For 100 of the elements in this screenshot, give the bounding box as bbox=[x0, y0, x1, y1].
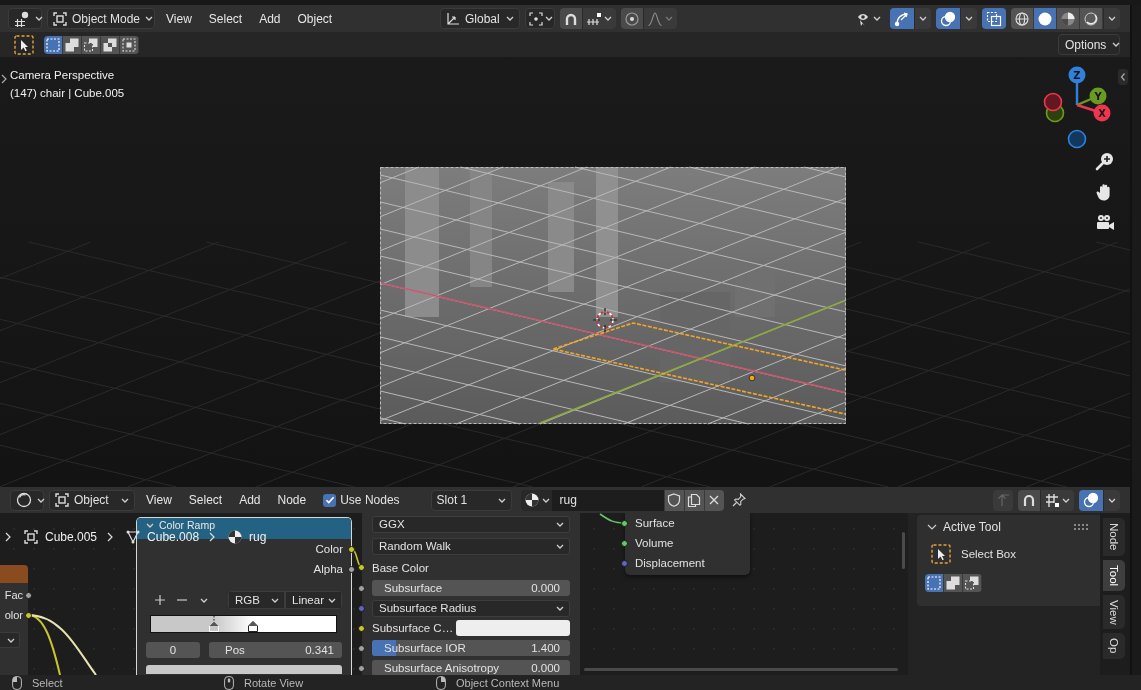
input-socket[interactable] bbox=[621, 559, 628, 567]
gizmo-axis-handle[interactable]: Z bbox=[1068, 66, 1086, 105]
snap-element-dropdown[interactable] bbox=[1040, 489, 1074, 511]
stop-index-field[interactable]: 0 bbox=[146, 642, 200, 658]
camera-icon[interactable] bbox=[1095, 213, 1115, 233]
collapse-caret-icon[interactable] bbox=[146, 523, 154, 528]
shading-mode-button[interactable] bbox=[1034, 8, 1057, 29]
xray-toggle-button[interactable] bbox=[982, 8, 1006, 29]
shading-mode-button[interactable] bbox=[1080, 8, 1103, 29]
output-socket[interactable] bbox=[348, 565, 355, 573]
pivot-point-dropdown[interactable] bbox=[525, 8, 555, 29]
overlay-options-button[interactable] bbox=[960, 8, 977, 29]
color-mode-dropdown[interactable]: RGB bbox=[228, 591, 285, 609]
sidebar-tab[interactable]: Op bbox=[1103, 633, 1125, 659]
3d-viewport[interactable]: Camera Perspective (147) chair | Cube.005 Z Y X bbox=[0, 57, 1130, 487]
input-socket[interactable] bbox=[358, 604, 365, 612]
input-socket[interactable] bbox=[358, 624, 365, 632]
color-ramp-bar[interactable] bbox=[150, 615, 337, 633]
selection-mode-button[interactable] bbox=[101, 35, 120, 54]
output-socket[interactable] bbox=[25, 591, 32, 599]
color-swatch-field[interactable] bbox=[456, 620, 570, 636]
vertical-scrollbar[interactable] bbox=[902, 532, 905, 569]
input-socket[interactable] bbox=[621, 519, 628, 527]
node-editor-canvas[interactable] bbox=[0, 513, 908, 675]
collapse-caret-icon[interactable] bbox=[927, 524, 937, 530]
sidebar-tab[interactable]: View bbox=[1103, 594, 1125, 630]
use-nodes-checkbox[interactable] bbox=[323, 493, 337, 507]
selection-mode-button[interactable] bbox=[925, 574, 944, 592]
shader-type-dropdown[interactable]: Object bbox=[49, 489, 135, 511]
drag-handle-icon[interactable] bbox=[1074, 524, 1088, 530]
panel-title[interactable]: Active Tool bbox=[943, 520, 1001, 534]
shading-options-button[interactable] bbox=[1103, 8, 1120, 29]
zoom-in-icon[interactable] bbox=[1095, 151, 1115, 171]
sidebar-expand-icon[interactable] bbox=[1118, 69, 1128, 85]
selection-mode-button[interactable] bbox=[63, 35, 82, 54]
menu-item[interactable]: View bbox=[140, 489, 178, 511]
falloff-dropdown[interactable] bbox=[643, 8, 677, 29]
menu-item[interactable]: Node bbox=[271, 489, 313, 511]
snap-target-dropdown[interactable] bbox=[582, 8, 616, 29]
output-socket[interactable] bbox=[25, 611, 32, 619]
stop-color-field[interactable] bbox=[146, 665, 342, 674]
gizmo-options-button[interactable] bbox=[914, 8, 931, 29]
menu-item[interactable]: Select bbox=[202, 8, 249, 29]
shading-mode-button[interactable] bbox=[1057, 8, 1080, 29]
sidebar-tab[interactable]: Tool bbox=[1103, 559, 1125, 591]
selection-mode-button[interactable] bbox=[82, 35, 101, 54]
editor-type-button[interactable] bbox=[10, 489, 44, 511]
input-socket[interactable] bbox=[358, 664, 365, 672]
select-box-tool-icon[interactable] bbox=[931, 544, 951, 564]
fake-user-button[interactable] bbox=[663, 489, 684, 511]
interpolation-dropdown[interactable]: Linear bbox=[285, 591, 342, 609]
menu-item[interactable]: Add bbox=[233, 489, 267, 511]
input-socket[interactable] bbox=[358, 584, 365, 592]
gizmo-negative-axis-handle[interactable] bbox=[1067, 129, 1087, 149]
vector-dropdown[interactable]: Subsurface Radius bbox=[372, 599, 570, 617]
proportional-editing-button[interactable] bbox=[621, 8, 643, 29]
unlink-material-button[interactable] bbox=[703, 489, 724, 511]
horizontal-scrollbar[interactable] bbox=[584, 668, 898, 671]
node-dropdown[interactable]: GGX bbox=[372, 515, 570, 533]
overlay-options-button[interactable] bbox=[1103, 489, 1120, 511]
stop-position-field[interactable]: Pos 0.341 bbox=[209, 642, 342, 658]
menu-item[interactable]: Add bbox=[253, 8, 287, 29]
input-socket[interactable] bbox=[358, 644, 365, 652]
input-socket[interactable] bbox=[621, 539, 628, 547]
color-stop-handle[interactable] bbox=[207, 616, 220, 632]
parent-node-tree-button[interactable] bbox=[993, 489, 1013, 511]
selection-mode-button[interactable] bbox=[963, 574, 982, 592]
options-dropdown[interactable]: Options bbox=[1058, 34, 1120, 55]
orientation-dropdown[interactable]: Global bbox=[440, 8, 520, 29]
menu-item[interactable]: Select bbox=[182, 489, 229, 511]
duplicate-material-button[interactable] bbox=[683, 489, 704, 511]
use-nodes-label[interactable]: Use Nodes bbox=[340, 493, 400, 507]
shading-mode-button[interactable] bbox=[1011, 8, 1034, 29]
output-socket[interactable] bbox=[348, 545, 355, 553]
node-dropdown[interactable]: Random Walk bbox=[372, 537, 570, 555]
mode-dropdown[interactable]: Object Mode bbox=[47, 8, 155, 29]
gizmo-toggle-button[interactable] bbox=[890, 8, 914, 29]
gizmo-negative-axis-handle[interactable] bbox=[1043, 92, 1063, 112]
snap-toggle-button[interactable] bbox=[560, 8, 582, 29]
overlay-toggle-button[interactable] bbox=[1079, 489, 1103, 511]
value-slider[interactable]: Subsurface Anisotropy 0.000 bbox=[372, 660, 570, 675]
slot-dropdown[interactable]: Slot 1 bbox=[430, 489, 512, 511]
selection-mode-button[interactable] bbox=[944, 574, 963, 592]
caret-icon bbox=[873, 16, 881, 21]
menu-item[interactable]: Object bbox=[291, 8, 339, 29]
editor-type-button[interactable] bbox=[8, 8, 42, 29]
selection-mode-button[interactable] bbox=[44, 35, 63, 54]
select-box-tool-icon[interactable] bbox=[14, 34, 34, 55]
input-socket[interactable] bbox=[358, 564, 365, 571]
browse-material-button[interactable] bbox=[520, 489, 552, 511]
value-slider[interactable]: Subsurface 0.000 bbox=[372, 580, 570, 596]
sidebar-tab[interactable]: Node bbox=[1103, 518, 1125, 556]
snap-toggle-button[interactable] bbox=[1018, 489, 1040, 511]
material-name-field[interactable]: rug bbox=[551, 489, 664, 511]
node-dropdown[interactable] bbox=[0, 632, 20, 648]
selection-mode-button[interactable] bbox=[120, 35, 139, 54]
toolbar-expand-icon[interactable] bbox=[1, 74, 7, 84]
menu-item[interactable]: View bbox=[160, 8, 198, 29]
gizmo-axis-handle[interactable]: X bbox=[1076, 103, 1111, 122]
overlay-toggle-button[interactable] bbox=[936, 8, 960, 29]
